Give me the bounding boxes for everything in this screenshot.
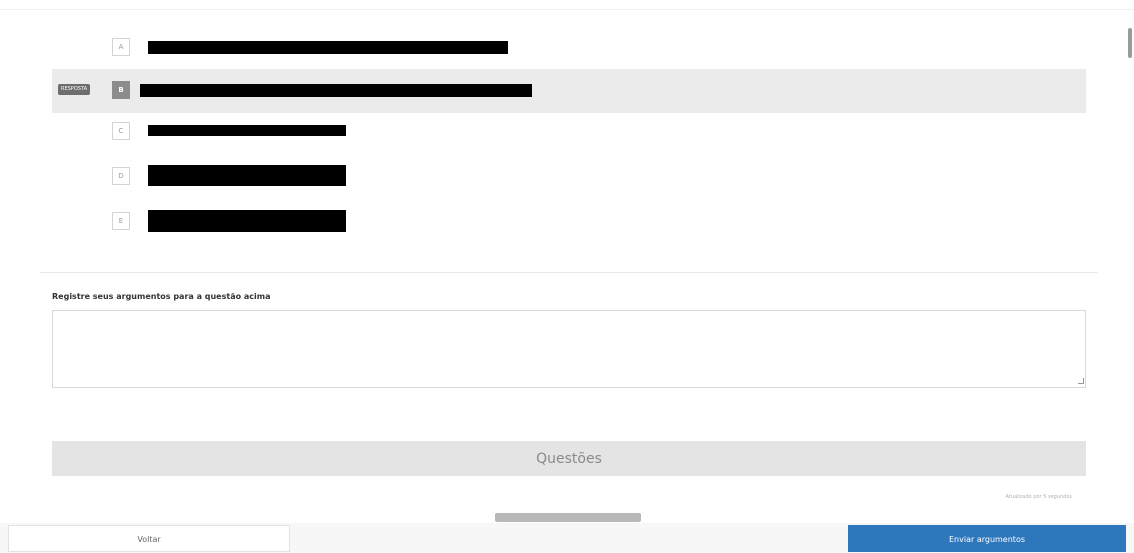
option-letter-d: D <box>112 167 130 185</box>
answer-option-e[interactable]: E <box>52 200 1086 240</box>
section-divider <box>40 272 1098 273</box>
back-button[interactable]: Voltar <box>8 525 290 552</box>
option-text-redacted <box>148 210 346 232</box>
arguments-textarea[interactable] <box>52 310 1086 388</box>
option-text-redacted <box>148 125 346 136</box>
arguments-label: Registre seus argumentos para a questão … <box>52 292 271 301</box>
question-page: A RESPOSTA B C D E Registre seus argumen… <box>0 0 1134 553</box>
answer-badge: RESPOSTA <box>58 84 91 95</box>
answer-option-c[interactable]: C <box>52 111 1086 151</box>
top-edge <box>0 0 1134 10</box>
questions-button[interactable]: Questões <box>52 441 1086 476</box>
answer-option-d[interactable]: D <box>52 155 1086 195</box>
scrollbar-thumb[interactable] <box>1128 28 1132 58</box>
option-text-redacted <box>140 84 532 97</box>
option-letter-e: E <box>112 212 130 230</box>
option-text-redacted <box>148 165 346 186</box>
option-letter-b: B <box>112 81 130 99</box>
option-letter-c: C <box>112 122 130 140</box>
save-status-text: Atualizado por 5 segundos <box>1005 494 1073 500</box>
textarea-resize-handle[interactable] <box>1078 378 1084 384</box>
option-letter-a: A <box>112 38 130 56</box>
answer-option-a[interactable]: A <box>52 27 1086 67</box>
submit-arguments-button[interactable]: Enviar argumentos <box>848 525 1126 552</box>
partially-hidden-button[interactable] <box>495 513 641 522</box>
option-text-redacted <box>148 41 508 54</box>
answer-option-b[interactable]: RESPOSTA B <box>52 69 1086 113</box>
